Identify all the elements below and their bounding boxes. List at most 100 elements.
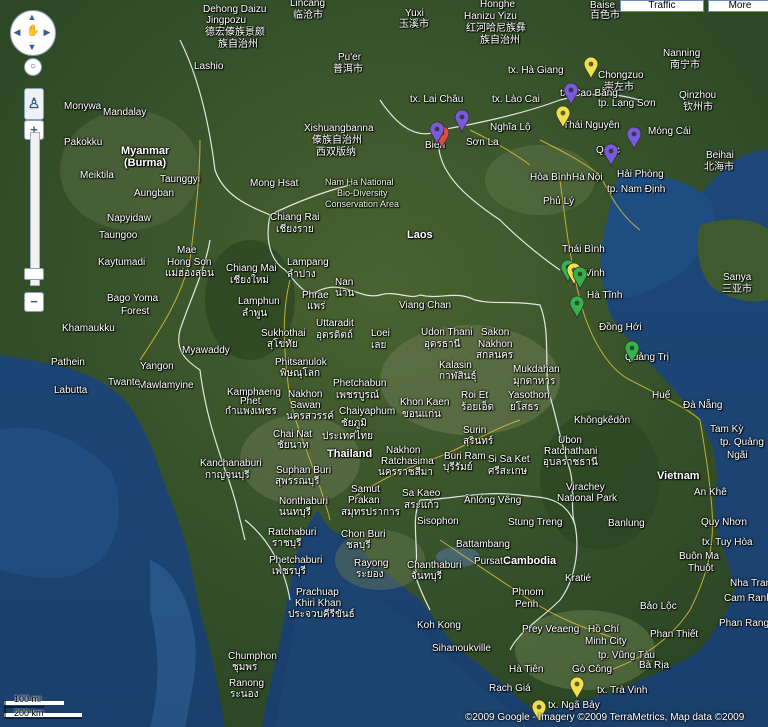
label-lincang-cjk: 临沧市 [293,10,323,21]
map-canvas[interactable]: Dehong Daizu Jingpozu 德宏傣族景颇 族自治州 Lincan… [0,0,768,727]
label-meiktila: Meiktila [80,170,114,181]
hand-icon[interactable]: ✋ [26,25,40,37]
label-viangchan: Viang Chan [399,300,452,311]
label-suphan-th: สุพรรณบุรี [275,476,320,487]
label-aungban: Aungban [134,188,175,199]
label-minhcity: Minh City [585,636,627,647]
yellow-marker-icon[interactable] [583,56,599,80]
label-thainguyen: Thái Nguyên [563,120,620,131]
label-kanchanaburi: Kanchanaburi [200,458,262,469]
label-lampang: Lampang [287,257,329,268]
purple-marker-icon[interactable] [454,109,470,133]
label-ranong: Ranong [229,678,265,689]
label-roiet-th: ร้อยเอ็ด [461,402,495,413]
pegman-icon[interactable]: ♙ [24,88,44,120]
label-jingpozu: Jingpozu [206,15,247,26]
purple-marker-icon[interactable] [603,143,619,167]
label-sisaket: Si Sa Ket [488,454,530,465]
label-phnom: Phnom [512,587,544,598]
pan-up-icon[interactable]: ▲ [26,11,38,23]
label-nakhonrat: Nakhon [386,445,421,456]
label-anlong: Ânlóng Vêng [464,495,522,506]
label-kalasin-th: กาฬสินธุ์ [439,371,477,382]
label-quynhon: Quy Nhơn [701,517,748,528]
label-tamky: Tam Kỳ [710,424,744,435]
label-chaiyaphum: Chaiyaphum [339,406,396,417]
label-nanning: Nanning [663,48,701,59]
label-chanthaburi-th: จันทบุรี [411,571,443,582]
label-prakan: Prakan [348,495,380,506]
label-anke: An Khê [694,487,727,498]
label-laos: Laos [407,229,433,241]
label-phetchaburi-th: เพชรบุรี [272,566,306,577]
label-hagiang: tx. Hà Giang [508,65,564,76]
label-sihanoukville: Sihanoukville [432,643,491,654]
label-rachgia: Rạch Giá [489,683,531,694]
label-kohkong: Koh Kong [417,620,461,631]
purple-marker-icon[interactable] [563,82,579,106]
label-kaytumadi: Kaytumadi [98,257,146,268]
pan-left-icon[interactable]: ◀ [11,26,23,38]
pan-down-icon[interactable]: ▼ [26,41,38,53]
label-chiangrai-th: เชียงราย [276,224,314,235]
label-hanoi: Hà Nội [572,172,603,183]
label-uttaradit: Uttaradit [316,318,354,329]
label-ubon-th: อุบลราชธานี [543,457,598,468]
label-khonkaen: Khon Kaen [400,397,450,408]
purple-marker-icon[interactable] [626,126,642,150]
label-laichau: tx. Lai Châu [410,94,464,105]
label-pursat: Pursat [474,556,503,567]
label-yasothon: Yasothon [508,390,550,401]
pan-control[interactable]: ▲ ▼ ◀ ▶ ✋ [10,10,56,56]
label-chonburi: Chon Buri [341,529,386,540]
purple-marker-icon[interactable] [429,121,445,145]
label-phetchaburi: Phetchaburi [269,555,323,566]
label-nanning-cjk: 南宁市 [670,60,700,71]
label-yuxi-cjk: 玉溪市 [399,19,429,30]
label-mandalay: Mandalay [103,107,147,118]
label-yasothon-th: ยโสธร [510,402,539,413]
label-ratchathani: Ratchathani [544,446,598,457]
traffic-button[interactable]: Traffic [620,0,704,12]
green-marker-icon[interactable] [624,340,640,364]
label-chongzuo: Chongzuo [598,70,644,81]
yellow-marker-icon[interactable] [555,105,571,129]
more-button[interactable]: More [708,0,768,12]
pan-right-icon[interactable]: ▶ [41,26,53,38]
green-marker-icon[interactable] [572,266,588,290]
zoom-track[interactable] [30,132,40,286]
street-view-circle-icon[interactable]: ○ [24,58,42,76]
label-yuxi: Yuxi [405,8,424,19]
label-phuly: Phủ Lý [543,196,575,207]
yellow-marker-icon[interactable] [569,676,585,700]
label-nghialo: Nghĩa Lộ [490,122,531,133]
label-baoloc: Bảo Lộc [640,601,677,612]
zoom-slider-thumb[interactable] [24,268,44,281]
label-lincang: Lincang [290,0,326,9]
zoom-control[interactable]: ○ ♙ + − [24,58,44,316]
label-sukhothai-th: สุโขทัย [267,339,298,350]
green-marker-icon[interactable] [569,295,585,319]
label-puer-cjk: 普洱市 [333,64,363,75]
label-phitsanulok: Phitsanulok [275,357,327,368]
label-hatinh: Hà Tĩnh [587,290,623,301]
label-khirikhan: Khiri Khan [295,598,342,609]
label-nakhon-sk: Nakhon [478,339,513,350]
label-langson: tp. Lạng Sơn [598,98,656,109]
label-dehong: Dehong Daizu [203,4,267,15]
label-laocai: tx. Lào Cai [492,94,540,105]
label-saekaeo-th: สระแก้ว [404,500,439,511]
label-nan-th: น่าน [335,288,355,299]
label-myanmar: Myanmar [121,145,170,157]
label-buonma: Buôn Ma [679,551,720,562]
label-penh: Penh [515,599,539,610]
zoom-out-button[interactable]: − [24,292,44,312]
label-gocong: Gò Công [572,664,613,675]
label-twante: Twante [108,377,141,388]
label-qinzhou: Qinzhou [679,90,717,101]
label-taunggyi: Taunggyi [160,174,201,185]
label-lamphun-th: ลำพูน [242,308,268,319]
label-sanya: Sanya [723,272,752,283]
label-uttaradit-th: อุตรดิตถ์ [316,330,353,341]
label-hue: Huế [652,390,671,401]
